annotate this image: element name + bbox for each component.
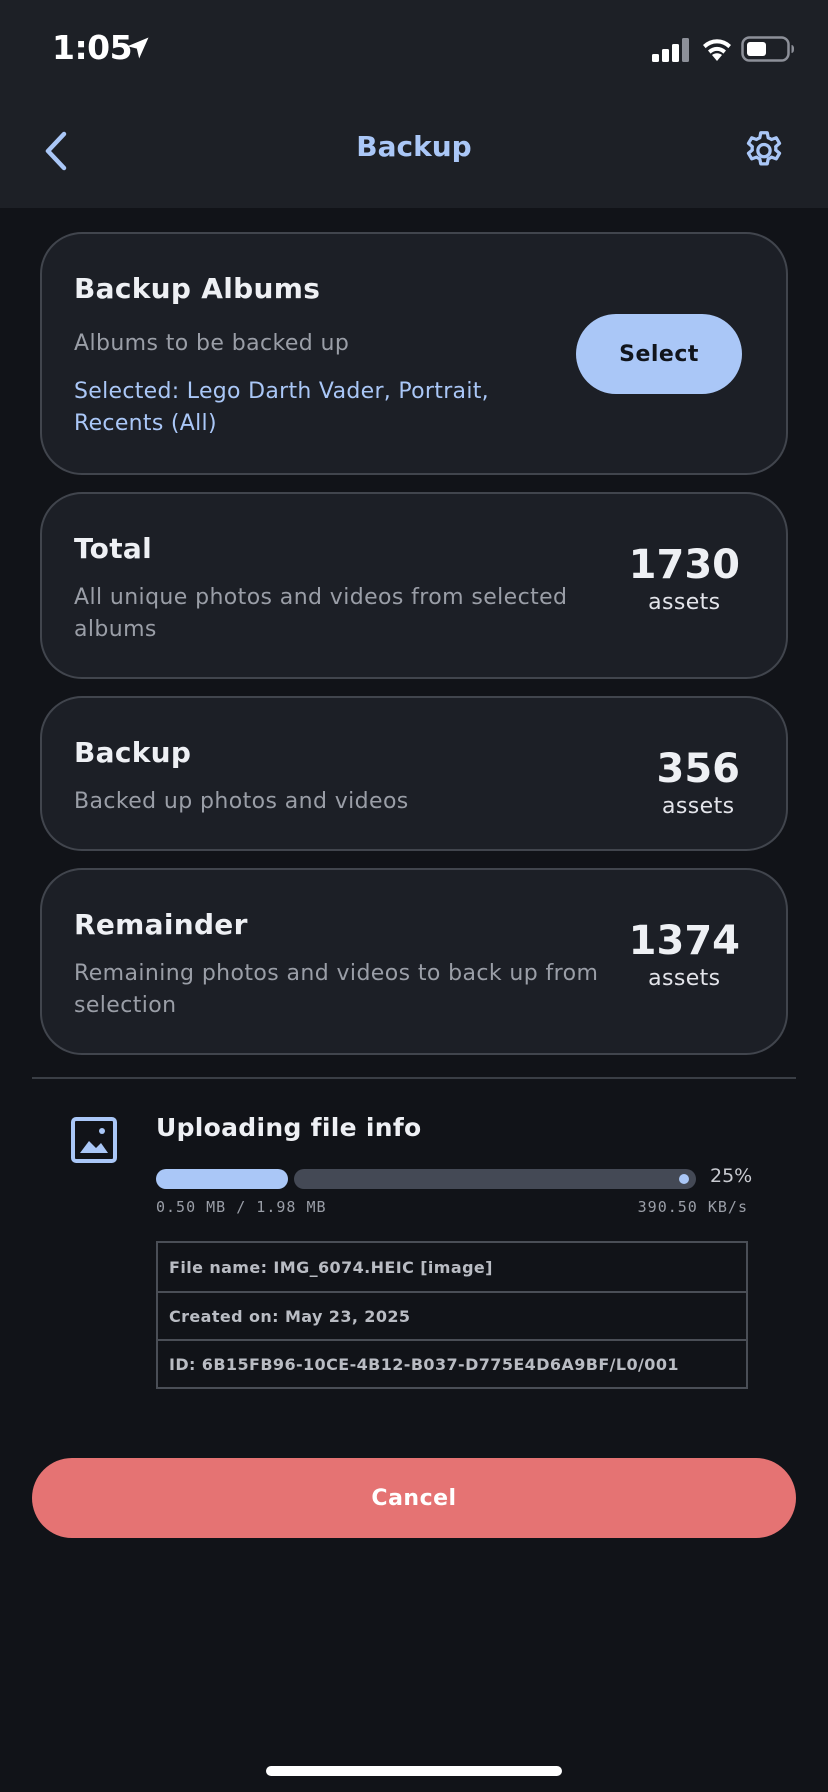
total-subtitle-line1: All unique photos and videos from select… [74, 585, 568, 610]
upload-progress-fill [156, 1169, 288, 1189]
wifi-icon [703, 39, 731, 61]
remainder-count: 1374 assets [629, 918, 740, 994]
file-info-table: File name: IMG_6074.HEIC [image] Created… [156, 1241, 748, 1389]
backup-count-number: 356 [656, 746, 741, 792]
gear-icon[interactable] [741, 128, 787, 174]
page-title: Backup [356, 130, 472, 163]
location-arrow-icon [127, 37, 149, 59]
total-title: Total [74, 532, 152, 565]
signal-icon [652, 38, 689, 62]
backup-screen: 1:05 Backup Backup Albums Albums to be b… [0, 0, 828, 1792]
backup-count-unit: assets [662, 794, 735, 819]
upload-size: 0.50 MB / 1.98 MB [156, 1198, 327, 1216]
backup-title: Backup [74, 736, 192, 769]
home-indicator [266, 1766, 562, 1776]
created-on-row: Created on: May 23, 2025 [158, 1291, 746, 1339]
file-id-row: ID: 6B15FB96-10CE-4B12-B037-D775E4D6A9BF… [158, 1339, 746, 1387]
total-count-number: 1730 [628, 542, 740, 588]
total-subtitle-line2: albums [74, 617, 157, 642]
total-count: 1730 assets [629, 542, 740, 618]
file-name-row: File name: IMG_6074.HEIC [image] [169, 1257, 493, 1277]
total-card: Total All unique photos and videos from … [40, 492, 788, 679]
uploading-title: Uploading file info [156, 1113, 422, 1142]
remainder-card: Remainder Remaining photos and videos to… [40, 868, 788, 1055]
backup-count: 356 assets [657, 746, 741, 822]
backup-subtitle: Backed up photos and videos [74, 789, 409, 814]
image-icon [71, 1117, 117, 1163]
backup-albums-card: Backup Albums Albums to be backed up Sel… [40, 232, 788, 475]
battery-icon [741, 36, 794, 62]
remainder-count-unit: assets [648, 966, 721, 991]
upload-progress-track [294, 1169, 696, 1189]
backup-albums-subtitle: Albums to be backed up [74, 331, 350, 356]
select-albums-button[interactable]: Select [576, 314, 742, 394]
total-count-unit: assets [648, 590, 721, 615]
status-time: 1:05 [52, 28, 133, 67]
remainder-subtitle-line2: selection [74, 993, 177, 1018]
selected-albums-line2: Recents (All) [74, 411, 217, 436]
upload-speed: 390.50 KB/s [637, 1198, 748, 1216]
remainder-subtitle-line1: Remaining photos and videos to back up f… [74, 961, 599, 986]
selected-albums-line1: Selected: Lego Darth Vader, Portrait, [74, 379, 489, 404]
upload-progress-end-dot [679, 1174, 689, 1184]
upload-progress-percent: 25% [710, 1165, 753, 1187]
top-bar: 1:05 Backup [0, 0, 828, 208]
backup-card: Backup Backed up photos and videos 356 a… [40, 696, 788, 851]
remainder-title: Remainder [74, 908, 248, 941]
backup-albums-title: Backup Albums [74, 272, 321, 305]
section-divider [32, 1077, 796, 1079]
cancel-button[interactable]: Cancel [32, 1458, 796, 1538]
remainder-count-number: 1374 [628, 918, 740, 964]
